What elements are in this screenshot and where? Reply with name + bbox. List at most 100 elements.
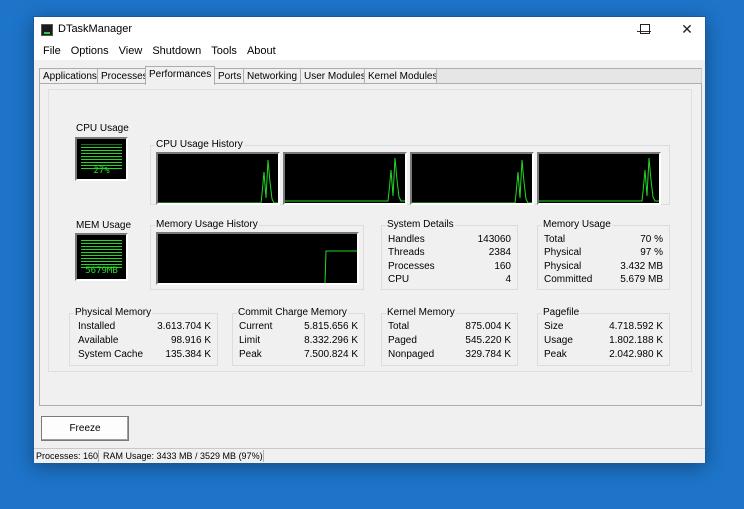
cpu-usage-value: 27% xyxy=(93,166,110,176)
physical-row-system-cache: System Cache 135.384 K xyxy=(78,349,211,362)
detail-value: 545.220 K xyxy=(465,335,511,346)
memory-row-physical-percent: Physical 97 % xyxy=(544,247,663,260)
cpu-core-series xyxy=(285,157,405,202)
tab-user-modules[interactable]: User Modules xyxy=(300,68,370,84)
detail-value: 2384 xyxy=(488,247,511,258)
meter-bar xyxy=(81,150,122,151)
status-bar: Processes: 160 RAM Usage: 3433 MB / 3529… xyxy=(34,448,705,463)
detail-value: 7.500.824 K xyxy=(304,349,358,360)
commit-charge-group: Commit Charge Memory Current 5.815.656 K … xyxy=(232,307,365,366)
menu-file[interactable]: File xyxy=(38,45,66,57)
cpu-core-graph-3 xyxy=(410,152,534,205)
pagefile-group: Pagefile Size 4.718.592 K Usage 1.802.188 … xyxy=(537,307,670,366)
meter-bar xyxy=(81,243,122,244)
detail-key: Size xyxy=(544,321,564,332)
menu-shutdown[interactable]: Shutdown xyxy=(147,45,206,57)
meter-bar xyxy=(81,261,122,262)
detail-value: 1.802.188 K xyxy=(609,335,663,346)
kernel-row-total: Total 875.004 K xyxy=(388,321,511,334)
detail-key: Physical xyxy=(544,261,582,272)
detail-key: Current xyxy=(239,321,273,332)
tab-strip: Applications Processes Performances Port… xyxy=(39,66,702,85)
physical-row-installed: Installed 3.613.704 K xyxy=(78,321,211,334)
cpu-core-plot xyxy=(412,159,532,203)
cpu-core-plot xyxy=(285,157,405,202)
cpu-history-label: CPU Usage History xyxy=(155,139,244,150)
detail-value: 875.004 K xyxy=(465,321,511,332)
title-bar[interactable]: DTaskManager — ✕ xyxy=(34,17,705,42)
cpu-core-graph-4 xyxy=(537,152,661,205)
detail-value: 98.916 K xyxy=(170,335,211,346)
detail-key: Paged xyxy=(388,335,417,346)
detail-key: Installed xyxy=(78,321,116,332)
detail-key: Threads xyxy=(388,247,425,258)
system-details-title: System Details xyxy=(386,219,455,230)
detail-value: 70 % xyxy=(640,234,663,245)
detail-key: Total xyxy=(544,234,566,245)
pagefile-row-peak: Peak 2.042.980 K xyxy=(544,349,663,362)
menu-view[interactable]: View xyxy=(114,45,148,57)
detail-key: Available xyxy=(78,335,119,346)
detail-key: Physical xyxy=(544,247,582,258)
cpu-core-graph-2 xyxy=(283,152,407,205)
commit-row-current: Current 5.815.656 K xyxy=(239,321,358,334)
mem-history-plot xyxy=(324,250,357,283)
detail-key: Peak xyxy=(239,349,262,360)
meter-bar xyxy=(81,258,122,259)
detail-value: 2.042.980 K xyxy=(609,349,663,360)
status-processes: Processes: 160 xyxy=(36,451,99,461)
menu-tools[interactable]: Tools xyxy=(206,45,242,57)
tab-kernel-modules[interactable]: Kernel Modules xyxy=(364,68,442,84)
cpu-core-plot xyxy=(539,157,659,202)
detail-key: Limit xyxy=(239,335,261,346)
physical-memory-title: Physical Memory xyxy=(74,307,153,318)
commit-charge-title: Commit Charge Memory xyxy=(237,307,348,318)
pagefile-row-size: Size 4.718.592 K xyxy=(544,321,663,334)
meter-bar xyxy=(81,147,122,148)
cpu-core-series xyxy=(158,159,278,203)
tab-applications[interactable]: Applications xyxy=(39,68,101,84)
tab-processes[interactable]: Processes xyxy=(97,68,152,84)
detail-value: 3.432 MB xyxy=(620,261,663,272)
memory-usage-title: Memory Usage xyxy=(542,219,612,230)
memory-row-physical-mb: Physical 3.432 MB xyxy=(544,261,663,274)
mem-usage-label: MEM Usage xyxy=(75,220,133,231)
detail-row-threads: Threads 2384 xyxy=(388,247,511,260)
meter-bar xyxy=(81,162,122,163)
freeze-button[interactable]: Freeze xyxy=(41,416,129,441)
mem-history-graph xyxy=(156,232,359,285)
kernel-memory-group: Kernel Memory Total 875.004 K Paged 545.22… xyxy=(381,307,518,366)
status-separator xyxy=(98,450,99,462)
detail-key: Peak xyxy=(544,349,567,360)
meter-bar xyxy=(81,240,122,241)
detail-row-handles: Handles 143060 xyxy=(388,234,511,247)
detail-value: 143060 xyxy=(477,234,511,245)
meter-bar xyxy=(81,144,122,145)
commit-row-limit: Limit 8.332.296 K xyxy=(239,335,358,348)
menu-options[interactable]: Options xyxy=(66,45,114,57)
detail-key: Handles xyxy=(388,234,425,245)
cpu-core-graph-1 xyxy=(156,152,280,205)
tab-networking[interactable]: Networking xyxy=(243,68,302,84)
tab-performances[interactable]: Performances xyxy=(145,66,216,85)
maximize-button[interactable] xyxy=(626,17,664,42)
system-details-group: System Details Handles 143060 Threads 2384… xyxy=(381,219,518,290)
physical-memory-group: Physical Memory Installed 3.613.704 K Ava… xyxy=(69,307,218,366)
mem-history-label: Memory Usage History xyxy=(155,219,259,230)
cpu-core-series xyxy=(539,157,659,202)
menu-about[interactable]: About xyxy=(242,45,281,57)
meter-bar xyxy=(81,156,122,157)
detail-row-processes: Processes 160 xyxy=(388,261,511,274)
detail-key: Processes xyxy=(388,261,435,272)
tab-ports[interactable]: Ports xyxy=(214,68,246,84)
meter-bar xyxy=(81,252,122,253)
memory-usage-group: Memory Usage Total 70 % Physical 97 % Phys… xyxy=(537,219,670,290)
detail-value: 97 % xyxy=(640,247,663,258)
detail-key: Total xyxy=(388,321,410,332)
cpu-core-series xyxy=(412,159,532,203)
status-separator xyxy=(263,450,264,462)
cpu-usage-meter: 27% xyxy=(75,137,128,181)
close-button[interactable]: ✕ xyxy=(668,17,706,42)
meter-bar xyxy=(81,264,122,265)
pagefile-title: Pagefile xyxy=(542,307,581,318)
